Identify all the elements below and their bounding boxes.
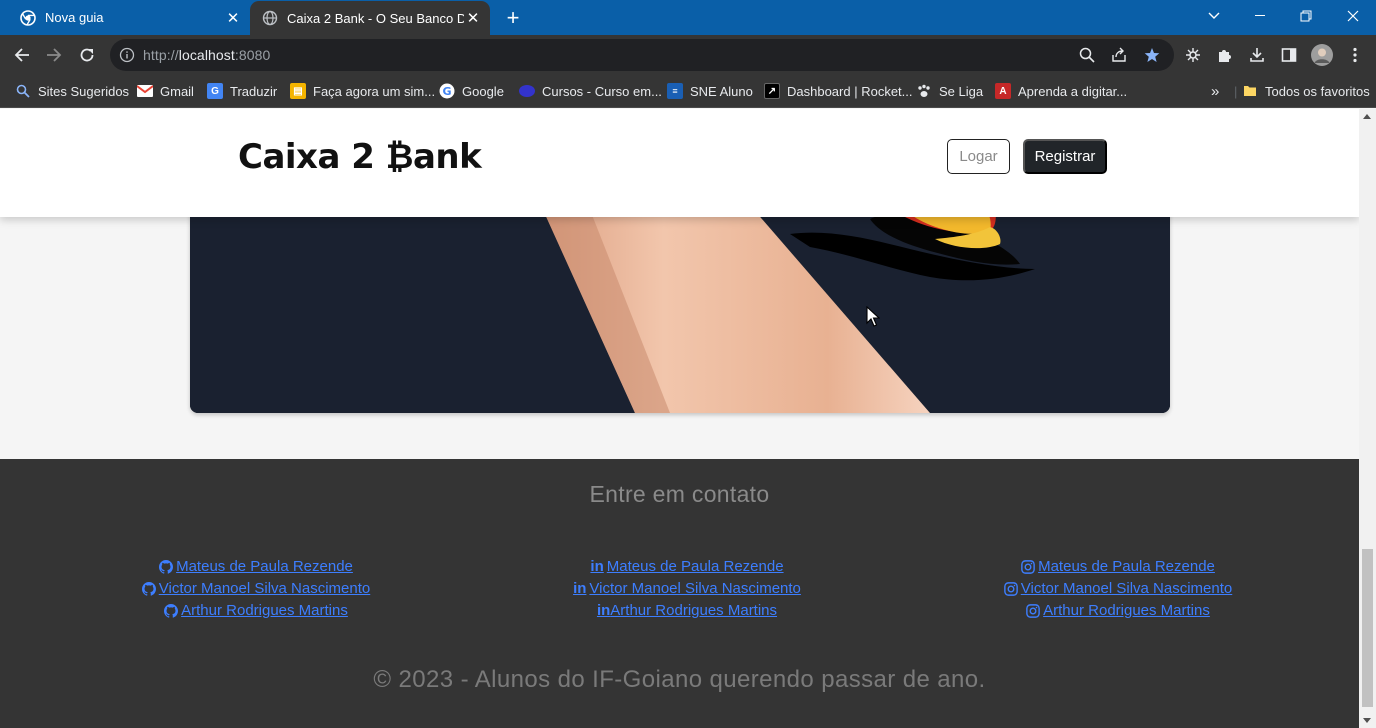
tab-title: Caixa 2 Bank - O Seu Banco Digi bbox=[287, 10, 464, 26]
svg-text:G: G bbox=[442, 85, 451, 98]
brand-logo[interactable]: Caixa 2 ₿ank bbox=[238, 137, 482, 177]
globe-icon bbox=[262, 10, 278, 26]
footer-title: Entre em contato bbox=[589, 481, 770, 507]
browser-toolbar: http://localhost:8080 bbox=[0, 35, 1376, 75]
register-button[interactable]: Registrar bbox=[1023, 139, 1107, 174]
bookmark-sne-aluno[interactable]: ≡ SNE Aluno bbox=[667, 75, 753, 107]
linkedin-link-victor[interactable]: in Victor Manoel Silva Nascimento bbox=[573, 579, 801, 599]
new-tab-button[interactable]: + bbox=[501, 5, 525, 30]
github-links-column: Mateus de Paula Rezende Victor Manoel Si… bbox=[140, 557, 372, 621]
linkedin-link-mateus[interactable]: in Mateus de Paula Rezende bbox=[590, 557, 783, 577]
tab-new-tab[interactable]: Nova guia ✕ bbox=[0, 0, 250, 35]
linkedin-icon: in bbox=[596, 602, 611, 619]
bookmark-aprenda-digitar[interactable]: A Aprenda a digitar... bbox=[995, 75, 1127, 107]
bookmarks-overflow-chevron-icon[interactable]: » bbox=[1211, 75, 1219, 107]
linkedin-icon: in bbox=[573, 580, 587, 597]
site-header: Caixa 2 ₿ank Logar Registrar bbox=[0, 109, 1359, 217]
github-icon bbox=[141, 582, 156, 596]
instagram-icon bbox=[1003, 582, 1018, 596]
tab-strip: Nova guia ✕ Caixa 2 Bank - O Seu Banco D… bbox=[0, 0, 1376, 35]
download-icon[interactable] bbox=[1248, 46, 1266, 64]
back-arrow-icon[interactable] bbox=[9, 42, 35, 68]
bookmark-gmail[interactable]: Gmail bbox=[137, 75, 194, 107]
site-footer: Entre em contato Mateus de Paula Rezende… bbox=[0, 459, 1359, 728]
close-icon[interactable]: ✕ bbox=[224, 9, 242, 27]
folder-icon bbox=[1242, 83, 1258, 99]
chrome-icon bbox=[20, 9, 36, 26]
bookmark-cursos[interactable]: Cursos - Curso em... bbox=[519, 75, 662, 107]
bookmarks-divider: | bbox=[1234, 83, 1238, 99]
kebab-menu-icon[interactable] bbox=[1346, 46, 1364, 64]
bookmark-sites-sugeridos[interactable]: Sites Sugeridos bbox=[15, 75, 129, 107]
instagram-link-victor[interactable]: Victor Manoel Silva Nascimento bbox=[1003, 579, 1232, 599]
scroll-up-arrow-icon[interactable] bbox=[1363, 114, 1371, 119]
github-link-arthur[interactable]: Arthur Rodrigues Martins bbox=[164, 601, 348, 621]
bookmark-google[interactable]: G Google bbox=[439, 75, 504, 107]
linkedin-links-column: in Mateus de Paula Rezende in Victor Man… bbox=[571, 557, 803, 621]
star-icon[interactable] bbox=[1144, 47, 1160, 63]
bookmark-traduzir[interactable]: G Traduzir bbox=[207, 75, 277, 107]
url-text[interactable]: http://localhost:8080 bbox=[143, 47, 270, 63]
close-icon[interactable]: ✕ bbox=[464, 9, 482, 27]
form-icon: ▤ bbox=[290, 83, 306, 99]
scroll-down-arrow-icon[interactable] bbox=[1363, 718, 1371, 723]
github-icon bbox=[159, 560, 174, 574]
instagram-icon bbox=[1021, 560, 1035, 574]
scroll-thumb[interactable] bbox=[1362, 549, 1373, 707]
profile-avatar[interactable] bbox=[1311, 44, 1333, 66]
instagram-links-column: Mateus de Paula Rezende Victor Manoel Si… bbox=[1002, 557, 1234, 621]
forward-arrow-icon[interactable] bbox=[41, 42, 67, 68]
address-bar[interactable]: http://localhost:8080 bbox=[110, 39, 1174, 71]
share-icon[interactable] bbox=[1111, 47, 1127, 63]
github-link-mateus[interactable]: Mateus de Paula Rezende bbox=[159, 557, 353, 577]
all-bookmarks-folder[interactable]: Todos os favoritos bbox=[1242, 75, 1370, 107]
page-viewport: Caixa 2 ₿ank Logar Registrar Entre em co… bbox=[0, 109, 1359, 728]
instagram-link-arthur[interactable]: Arthur Rodrigues Martins bbox=[1026, 601, 1210, 621]
side-panel-icon[interactable] bbox=[1280, 46, 1298, 64]
minimize-icon[interactable] bbox=[1237, 0, 1283, 32]
tab-search-chevron-icon[interactable] bbox=[1191, 0, 1237, 32]
linkedin-link-arthur[interactable]: in Arthur Rodrigues Martins bbox=[597, 601, 777, 621]
reload-icon[interactable] bbox=[74, 42, 100, 68]
sne-icon: ≡ bbox=[667, 83, 683, 99]
zoom-icon[interactable] bbox=[1079, 47, 1095, 63]
puzzle-icon[interactable] bbox=[1216, 46, 1234, 64]
bookmark-dashboard-rocket[interactable]: ↗ Dashboard | Rocket... bbox=[764, 75, 913, 107]
tab-title: Nova guia bbox=[45, 10, 104, 25]
close-window-icon[interactable] bbox=[1330, 0, 1376, 32]
search-icon bbox=[15, 83, 31, 99]
bookmark-se-liga[interactable]: Se Liga bbox=[916, 75, 983, 107]
copyright-text: © 2023 - Alunos do IF-Goiano querendo pa… bbox=[373, 666, 986, 693]
paw-icon bbox=[916, 83, 932, 99]
translate-icon: G bbox=[207, 83, 223, 99]
info-icon[interactable] bbox=[119, 47, 135, 63]
google-icon: G bbox=[439, 83, 455, 99]
login-button[interactable]: Logar bbox=[947, 139, 1010, 174]
extension-snowflake-icon[interactable] bbox=[1184, 46, 1202, 64]
mouse-cursor-icon bbox=[866, 306, 880, 327]
github-icon bbox=[164, 604, 179, 618]
bookmark-faca-agora[interactable]: ▤ Faça agora um sim... bbox=[290, 75, 435, 107]
cursos-icon bbox=[519, 83, 535, 99]
rocket-icon: ↗ bbox=[764, 83, 780, 99]
restore-icon[interactable] bbox=[1283, 0, 1329, 32]
instagram-icon bbox=[1026, 604, 1040, 618]
typing-icon: A bbox=[995, 83, 1011, 99]
instagram-link-mateus[interactable]: Mateus de Paula Rezende bbox=[1021, 557, 1215, 577]
linkedin-icon: in bbox=[590, 558, 604, 575]
gmail-icon bbox=[137, 83, 153, 99]
page-scrollbar[interactable] bbox=[1359, 109, 1376, 728]
github-link-victor[interactable]: Victor Manoel Silva Nascimento bbox=[141, 579, 370, 599]
tab-caixa2bank[interactable]: Caixa 2 Bank - O Seu Banco Digi ✕ bbox=[250, 1, 490, 35]
bookmarks-bar: Sites Sugeridos Gmail G Traduzir ▤ Faça … bbox=[0, 75, 1376, 108]
